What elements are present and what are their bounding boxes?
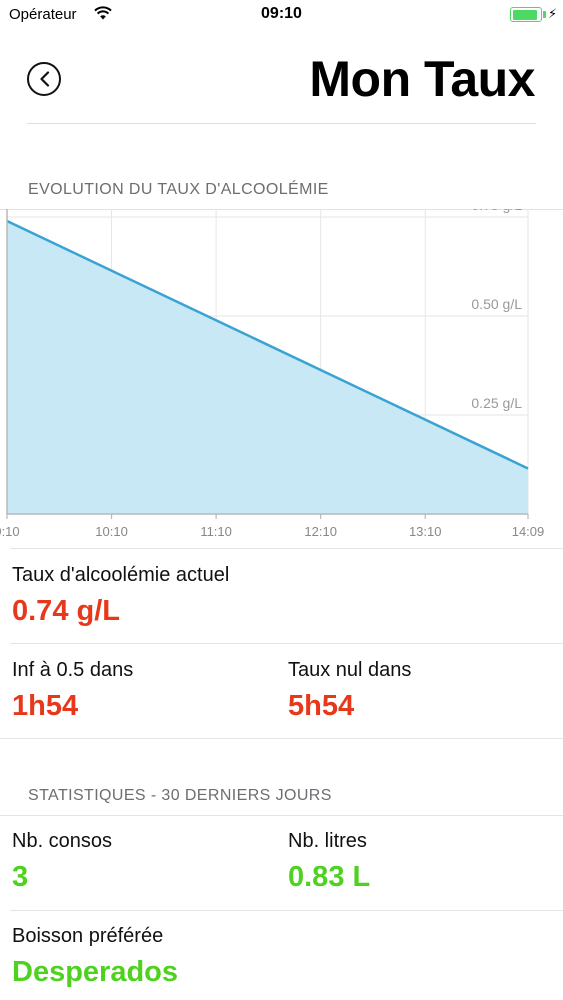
divider [0,815,563,816]
x-tick-label: 14:09 [512,524,545,539]
battery-icon [510,7,542,22]
consos-label: Nb. consos [12,830,113,852]
litres-label: Nb. litres [288,830,367,852]
bac-area-chart: 9:10 10:10 11:10 12:10 13:10 14:09 0.25 g/L 0.5… [0,209,545,539]
x-tick-label: 13:10 [409,524,442,539]
charging-bolt-icon: ⚡︎ [548,6,558,21]
stats-section-title: STATISTIQUES - 30 DERNIERS JOURS [28,787,332,804]
header-divider [27,122,536,124]
x-tick-label: 10:10 [95,524,128,539]
consos-value: 3 [12,861,29,893]
x-tick-label: 12:10 [304,524,337,539]
status-bar: Opérateur 09:10 ⚡︎ [0,0,563,30]
x-tick-label: 11:10 [200,524,232,539]
bac-chart: 9:10 10:10 11:10 12:10 13:10 14:09 0.25 g/L 0.5… [0,209,563,539]
below-limit-label: Inf à 0.5 dans [12,659,134,681]
divider [10,910,563,911]
header: Mon Taux [0,40,563,124]
bac-area-fill [7,221,528,514]
battery-level [512,9,537,20]
y-tick-label: 0.50 g/L [471,296,522,312]
y-tick-label: 0.75 g/L [471,209,522,213]
chevron-left-icon [40,71,50,87]
status-time: 09:10 [261,5,302,22]
back-button[interactable] [27,62,61,96]
current-rate-value: 0.74 g/L [12,595,120,627]
battery-tip [543,11,546,18]
y-tick-label: 0.25 g/L [471,395,522,411]
divider [0,738,563,739]
favorite-drink-value: Desperados [12,956,179,988]
divider [10,548,563,549]
current-rate-label: Taux d'alcoolémie actuel [12,564,230,586]
chart-section-title: EVOLUTION DU TAUX D'ALCOOLÉMIE [28,181,329,198]
below-limit-value: 1h54 [12,690,79,722]
page-title: Mon Taux [309,51,535,107]
favorite-drink-label: Boisson préférée [12,925,164,947]
zero-rate-value: 5h54 [288,690,355,722]
litres-value: 0.83 L [288,861,371,893]
divider [10,643,563,644]
zero-rate-label: Taux nul dans [288,659,412,681]
x-tick-label: 9:10 [0,524,20,539]
